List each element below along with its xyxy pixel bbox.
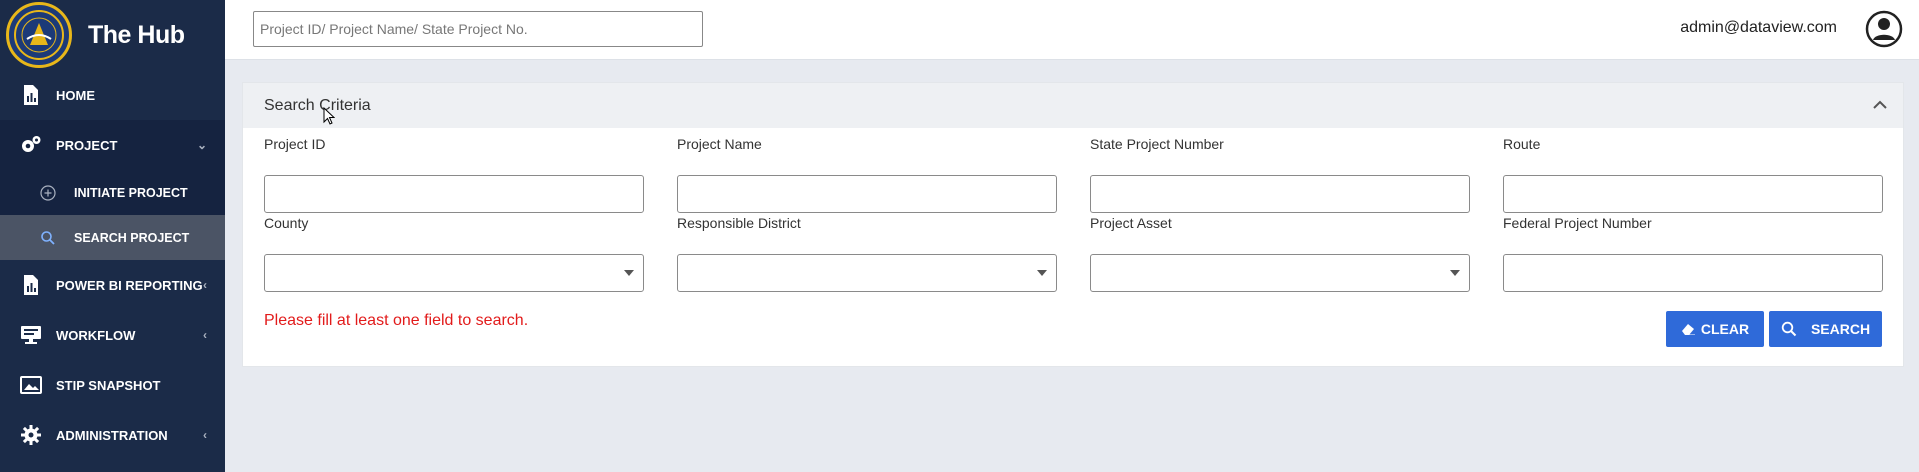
sidebar-item-initiate-project[interactable]: INITIATE PROJECT: [0, 170, 225, 215]
state-project-number-label: State Project Number: [1090, 136, 1224, 152]
search-icon: [1781, 321, 1797, 337]
dropdown-arrow-icon: [1450, 270, 1460, 276]
project-asset-select[interactable]: [1090, 254, 1470, 292]
sidebar-item-label: INITIATE PROJECT: [74, 185, 188, 200]
sidebar-item-label: PROJECT: [56, 137, 118, 153]
responsible-district-select[interactable]: [677, 254, 1057, 292]
workflow-monitor-icon: [20, 324, 42, 346]
sidebar-item-project[interactable]: PROJECT ⌄: [0, 120, 225, 170]
sidebar: The Hub HOME PROJECT ⌄ INITIATE PROJECT …: [0, 0, 225, 472]
route-input[interactable]: [1503, 175, 1883, 213]
project-gears-icon: [20, 134, 42, 156]
chevron-up-icon[interactable]: [1871, 96, 1889, 114]
county-label: County: [264, 215, 309, 231]
county-select[interactable]: [264, 254, 644, 292]
project-submenu: INITIATE PROJECT SEARCH PROJECT: [0, 170, 225, 260]
federal-project-number-label: Federal Project Number: [1503, 215, 1652, 231]
gear-icon: [20, 424, 42, 446]
sidebar-item-stip-snapshot[interactable]: STIP SNAPSHOT: [0, 360, 225, 410]
sidebar-item-label: ADMINISTRATION: [56, 427, 168, 443]
project-id-input[interactable]: [264, 175, 644, 213]
sidebar-item-label: STIP SNAPSHOT: [56, 377, 161, 393]
state-project-number-input[interactable]: [1090, 175, 1470, 213]
brand: The Hub: [0, 0, 225, 70]
sidebar-item-search-project[interactable]: SEARCH PROJECT: [0, 215, 225, 260]
chevron-left-icon: ‹: [203, 328, 207, 342]
report-doc-icon: [20, 84, 42, 106]
sidebar-item-label: POWER BI REPORTING: [56, 277, 203, 293]
sidebar-item-administration[interactable]: ADMINISTRATION ‹: [0, 410, 225, 460]
global-search-input[interactable]: [253, 11, 703, 47]
clear-button-label: CLEAR: [1700, 321, 1750, 337]
project-name-label: Project Name: [677, 136, 762, 152]
search-button-label: SEARCH: [1810, 321, 1871, 337]
search-icon: [40, 230, 56, 246]
route-label: Route: [1503, 136, 1541, 152]
user-avatar-icon[interactable]: [1865, 10, 1903, 48]
project-asset-label: Project Asset: [1090, 215, 1172, 231]
project-name-input[interactable]: [677, 175, 1057, 213]
mouse-cursor-icon: [323, 107, 335, 125]
project-id-label: Project ID: [264, 136, 326, 152]
top-bar: admin@dataview.com: [225, 0, 1919, 60]
dropdown-arrow-icon: [1037, 270, 1047, 276]
report-chart-icon: [20, 274, 42, 296]
responsible-district-label: Responsible District: [677, 215, 801, 231]
panel-title: Search Criteria: [264, 96, 371, 114]
sidebar-item-label: HOME: [56, 87, 95, 103]
chevron-left-icon: ‹: [203, 278, 207, 292]
search-button[interactable]: SEARCH: [1769, 311, 1882, 347]
agency-seal-logo: [6, 2, 72, 68]
eraser-icon: [1681, 324, 1695, 335]
sidebar-item-workflow[interactable]: WORKFLOW ‹: [0, 310, 225, 360]
chevron-left-icon: ‹: [203, 428, 207, 442]
snapshot-image-icon: [20, 374, 42, 396]
validation-error-message: Please fill at least one field to search…: [264, 312, 529, 329]
federal-project-number-input[interactable]: [1503, 254, 1883, 292]
sidebar-item-label: SEARCH PROJECT: [74, 230, 190, 245]
search-criteria-panel: Search Criteria Project ID Project Name …: [242, 82, 1904, 367]
clear-button[interactable]: CLEAR: [1666, 311, 1764, 347]
plus-circle-icon: [40, 184, 56, 201]
sidebar-item-home[interactable]: HOME: [0, 70, 225, 120]
app-title: The Hub: [88, 20, 185, 49]
sidebar-item-power-bi-reporting[interactable]: POWER BI REPORTING ‹: [0, 260, 225, 310]
dropdown-arrow-icon: [624, 270, 634, 276]
seal-emblem-icon: [14, 10, 64, 60]
panel-header[interactable]: Search Criteria: [243, 83, 1903, 128]
sidebar-item-label: WORKFLOW: [56, 327, 136, 343]
user-email: admin@dataview.com: [1680, 19, 1837, 36]
chevron-down-icon: ⌄: [196, 138, 207, 152]
